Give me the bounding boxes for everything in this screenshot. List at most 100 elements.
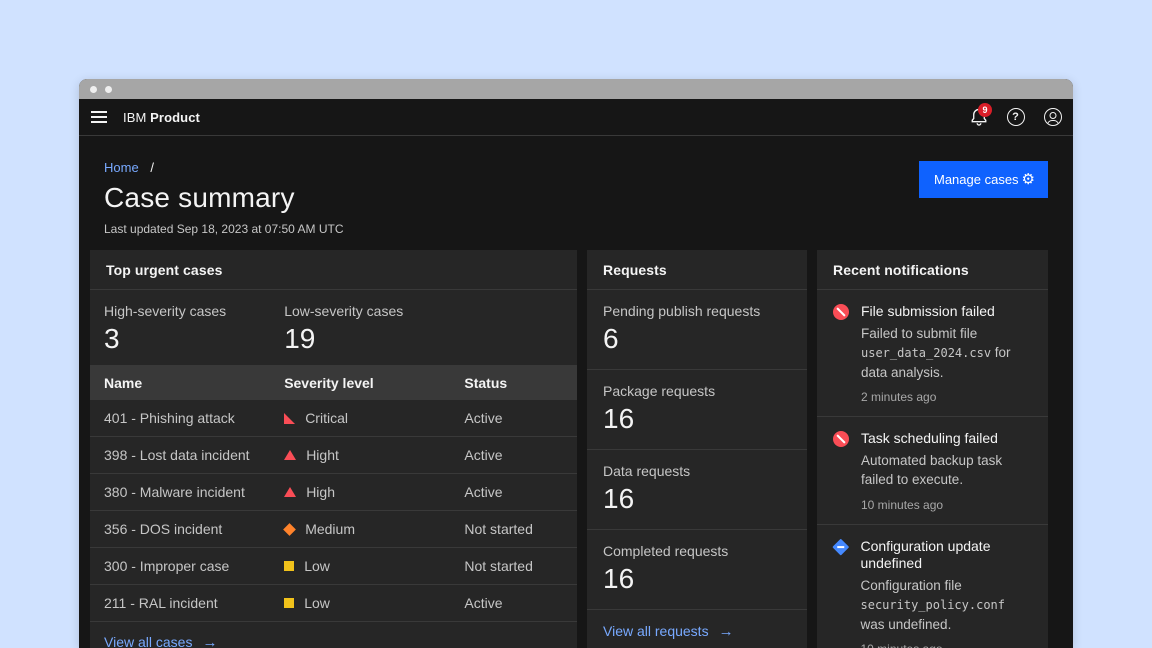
notification-title: Task scheduling failed [861,430,1032,447]
card-title-top-urgent-cases: Top urgent cases [90,250,577,290]
last-updated-text: Last updated Sep 18, 2023 at 07:50 AM UT… [104,221,1048,237]
breadcrumb-home-link[interactable]: Home [104,160,139,175]
stat-pending-publish-requests: Pending publish requests 6 [587,290,807,370]
table-row: 401 - Phishing attack Critical Active [90,400,577,437]
app-header: IBM Product 9 ? [79,99,1073,136]
notifications-button[interactable]: 9 [960,99,997,135]
notification-body: Configuration file security_policy.conf … [861,576,1033,634]
card-title-recent-notifications: Recent notifications [817,250,1048,290]
notification-item: Configuration update undefined Configura… [817,525,1048,648]
manage-cases-label: Manage cases [934,172,1019,187]
recent-notifications-card: Recent notifications File submission fai… [817,250,1048,648]
case-status: Not started [450,511,577,548]
severity-high-icon [284,487,296,497]
link-label: View all requests [603,623,709,639]
notification-item: Task scheduling failed Automated backup … [817,417,1048,525]
severity-label: Critical [305,410,348,426]
col-header-name: Name [90,365,270,400]
hamburger-icon [91,111,107,123]
body-text: Failed to submit file [861,326,977,341]
view-all-cases-link[interactable]: View all cases → [104,634,217,648]
severity-low-icon [284,598,294,608]
severity-label: High [306,484,335,500]
notification-content: Configuration update undefined Configura… [861,538,1033,648]
help-button[interactable]: ? [997,99,1034,135]
top-urgent-cases-card: Top urgent cases High-severity cases 3 L… [90,250,577,648]
table-row: 356 - DOS incident Medium Not started [90,511,577,548]
case-status: Active [450,474,577,511]
urgent-cases-table: Name Severity level Status 401 - Phishin… [90,365,577,621]
body-text: Configuration file [861,578,962,593]
view-all-requests-link[interactable]: View all requests → [603,623,734,639]
brand: IBM Product [123,110,200,125]
page-title: Case summary [104,180,1048,216]
menu-button[interactable] [79,99,116,135]
body-code: security_policy.conf [861,598,1006,612]
stat-label: High-severity cases [104,302,256,320]
col-header-severity: Severity level [270,365,450,400]
notification-title: File submission failed [861,303,1032,320]
page-header: Home / Case summary Last updated Sep 18,… [79,136,1073,250]
stat-value: 6 [603,322,791,356]
notification-content: File submission failed Failed to submit … [861,303,1032,404]
manage-cases-button[interactable]: Manage cases ⚙ [919,161,1048,198]
notification-body: Automated backup task failed to execute. [861,451,1032,490]
stat-label: Low-severity cases [284,302,436,320]
undefined-icon [833,539,849,555]
stat-value: 16 [603,402,791,436]
col-header-status: Status [450,365,577,400]
notification-time: 10 minutes ago [861,642,1033,648]
case-name: 300 - Improper case [90,548,270,585]
stat-value: 19 [284,322,436,356]
notification-time: 10 minutes ago [861,498,1032,512]
brand-name: Product [150,110,200,125]
stat-label: Completed requests [603,542,791,560]
severity-medium-icon [283,523,296,536]
stat-high-severity: High-severity cases 3 [90,302,270,356]
header-actions: 9 ? [960,99,1073,135]
notification-item: File submission failed Failed to submit … [817,290,1048,417]
stat-value: 16 [603,562,791,596]
notification-badge: 9 [978,103,992,117]
stat-value: 3 [104,322,256,356]
arrow-right-icon: → [202,635,217,648]
window-control-dot [105,86,112,93]
body-text: was undefined. [861,617,952,632]
stat-data-requests: Data requests 16 [587,450,807,530]
case-name: 398 - Lost data incident [90,437,270,474]
severity-label: Medium [305,521,355,537]
requests-footer: View all requests → [587,610,807,648]
case-status: Active [450,585,577,622]
urgent-cases-footer: View all cases → [90,621,577,648]
breadcrumb: Home / [104,160,1048,176]
table-row: 380 - Malware incident High Active [90,474,577,511]
misuse-icon [833,304,849,320]
stat-label: Package requests [603,382,791,400]
notification-time: 2 minutes ago [861,390,1032,404]
account-button[interactable] [1034,99,1071,135]
user-avatar-icon [1044,108,1062,126]
case-status: Active [450,437,577,474]
requests-card: Requests Pending publish requests 6 Pack… [587,250,807,648]
browser-window: IBM Product 9 ? Home / Case summary [79,79,1073,648]
breadcrumb-separator: / [150,160,154,175]
notification-content: Task scheduling failed Automated backup … [861,430,1032,512]
case-status: Active [450,400,577,437]
table-row: 300 - Improper case Low Not started [90,548,577,585]
stat-value: 16 [603,482,791,516]
table-row: 398 - Lost data incident Hight Active [90,437,577,474]
window-titlebar [79,79,1073,99]
stat-package-requests: Package requests 16 [587,370,807,450]
severity-critical-icon [284,413,295,424]
link-label: View all cases [104,634,192,648]
stat-low-severity: Low-severity cases 19 [270,302,450,356]
case-name: 356 - DOS incident [90,511,270,548]
notification-body: Failed to submit file user_data_2024.csv… [861,324,1032,382]
arrow-right-icon: → [719,624,734,639]
brand-prefix: IBM [123,110,146,125]
body-code: user_data_2024.csv [861,346,991,360]
case-name: 380 - Malware incident [90,474,270,511]
gear-icon: ⚙ [1022,172,1035,187]
card-title-requests: Requests [587,250,807,290]
urgent-cases-stats: High-severity cases 3 Low-severity cases… [90,290,577,365]
